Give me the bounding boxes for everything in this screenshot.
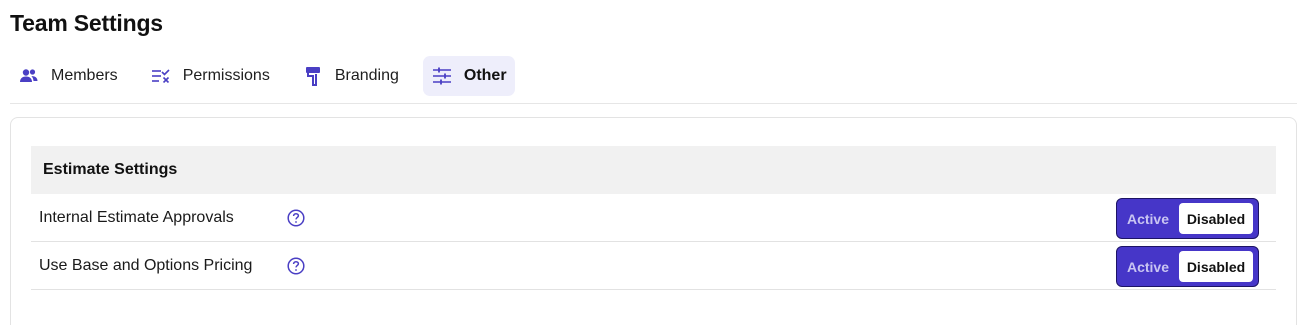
tab-branding[interactable]: Branding (294, 56, 407, 96)
setting-row-use-base-and-options-pricing: Use Base and Options Pricing Active Disa… (31, 242, 1276, 290)
toggle-disabled-option[interactable]: Disabled (1179, 251, 1253, 282)
help-icon[interactable] (287, 256, 305, 275)
setting-label: Use Base and Options Pricing (39, 256, 253, 274)
setting-label: Internal Estimate Approvals (39, 208, 234, 226)
tab-label: Branding (334, 67, 399, 84)
members-icon (18, 65, 40, 87)
active-disabled-toggle: Active Disabled (1116, 198, 1259, 239)
branding-icon (302, 65, 324, 87)
help-icon[interactable] (287, 208, 305, 227)
sliders-icon (431, 65, 453, 87)
settings-card: Estimate Settings Internal Estimate Appr… (10, 117, 1297, 325)
settings-tabs: Members Permissions Branding Other (10, 56, 1297, 104)
tab-other[interactable]: Other (422, 56, 515, 96)
section-title: Estimate Settings (31, 146, 1276, 194)
tab-label: Other (463, 67, 507, 84)
toggle-disabled-option[interactable]: Disabled (1179, 203, 1253, 234)
active-disabled-toggle: Active Disabled (1116, 246, 1259, 287)
toggle-active-option[interactable]: Active (1117, 203, 1179, 234)
tab-label: Permissions (182, 67, 270, 84)
tab-permissions[interactable]: Permissions (142, 56, 278, 96)
tab-members[interactable]: Members (10, 56, 126, 96)
setting-row-internal-estimate-approvals: Internal Estimate Approvals Active Disab… (31, 194, 1276, 242)
permissions-icon (150, 65, 172, 87)
page-title: Team Settings (10, 10, 163, 36)
toggle-active-option[interactable]: Active (1117, 251, 1179, 282)
tab-label: Members (51, 67, 118, 84)
